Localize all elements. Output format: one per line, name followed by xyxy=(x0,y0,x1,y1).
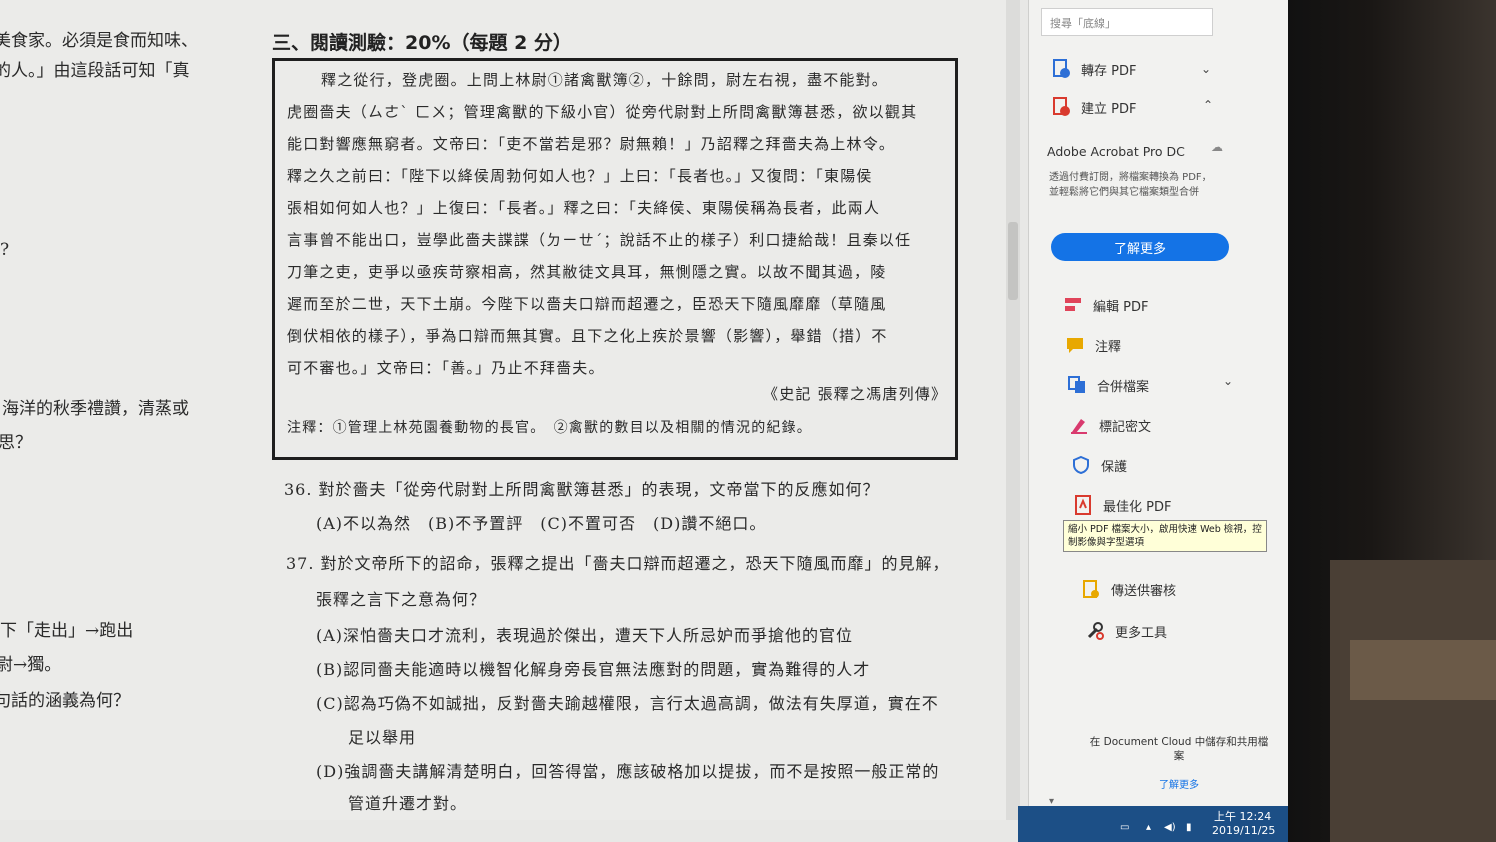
tool-create-pdf[interactable]: 建立 PDF xyxy=(1051,94,1136,120)
protect-shield-icon xyxy=(1071,455,1091,475)
option-d: (D)強調嗇夫講解清楚明白，回答得當，應該破格加以提拔，而不是按照一般正常的 xyxy=(316,762,940,781)
tool-label: 保護 xyxy=(1101,459,1128,475)
tool-edit-pdf[interactable]: 編輯 PDF xyxy=(1063,292,1148,318)
send-review-icon xyxy=(1081,579,1101,599)
comment-icon xyxy=(1065,335,1085,355)
tool-label: 合併檔案 xyxy=(1097,379,1150,395)
left-fragment: 美食家。必須是食而知味、 xyxy=(0,31,198,51)
network-icon[interactable]: ▮ xyxy=(1186,822,1192,833)
keyboard-icon[interactable]: ▭ xyxy=(1120,822,1129,833)
export-pdf-icon xyxy=(1051,59,1071,79)
section-heading: 三、閱讀測驗：20%（每題 2 分） xyxy=(272,32,572,54)
tool-label: 更多工具 xyxy=(1115,625,1168,641)
passage-notes: 注釋：①管理上林苑園養動物的長官。 ②禽獸的數目以及相關的情況的紀錄。 xyxy=(287,420,812,436)
tool-protect[interactable]: 保護 xyxy=(1071,452,1127,478)
left-fragment: 句話的涵義為何？ xyxy=(0,691,130,711)
question-37: 37. 對於文帝所下的詔命，張釋之提出「嗇夫口辯而超遷之，恐天下隨風而靡」的見解… xyxy=(286,554,950,573)
passage-line: 言事曾不能出口，豈學此嗇夫諜諜（ㄉㄧㄝˊ；說話不止的樣子）利口捷給哉！且秦以任 xyxy=(287,231,912,249)
tool-send-review[interactable]: 傳送供審核 xyxy=(1081,576,1176,602)
document-scrollbar[interactable] xyxy=(1006,0,1020,820)
left-fragment: ? xyxy=(0,240,10,260)
option-d-cont: 管道升遷才對。 xyxy=(348,794,468,813)
clock-date[interactable]: 2019/11/25 xyxy=(1212,824,1275,837)
more-tools-icon xyxy=(1085,621,1105,641)
tool-label: 建立 PDF xyxy=(1081,101,1137,117)
passage-line: 張相如何如人也？」上復曰：「長者。」釋之曰：「夫絳侯、東陽侯稱為長者，此兩人 xyxy=(287,199,881,217)
document-cloud-text: 在 Document Cloud 中儲存和共用檔案 xyxy=(1089,736,1269,762)
passage-source: 《史記 張釋之馮唐列傳》 xyxy=(763,385,948,403)
chevron-up-icon[interactable]: ⌃ xyxy=(1203,98,1213,112)
passage-line: 可不審也。」文帝曰：「善。」乃止不拜嗇夫。 xyxy=(287,359,605,377)
learn-more-button[interactable]: 了解更多 xyxy=(1051,233,1229,261)
passage-box: 釋之從行，登虎圈。上問上林尉①諸禽獸簿②，十餘問，尉左右視，盡不能對。 虎圈嗇夫… xyxy=(272,58,958,460)
passage-line: 能口對響應無窮者。文帝曰：「吏不當若是邪？尉無賴！」乃詔釋之拜嗇夫為上林令。 xyxy=(287,135,896,153)
option-b: (B)認同嗇夫能適時以機智化解身旁長官無法應對的問題，實為難得的人才 xyxy=(316,660,871,679)
passage-line: 刀筆之吏，吏爭以亟疾苛察相高，然其敝徒文具耳，無惻隱之實。以故不聞其過，陵 xyxy=(287,263,887,281)
acrobat-promo-title: Adobe Acrobat Pro DC xyxy=(1047,144,1185,159)
tool-more-tools[interactable]: 更多工具 xyxy=(1085,618,1167,644)
tool-comment[interactable]: 注釋 xyxy=(1065,332,1121,358)
left-fragment: 的人。」由這段話可知「真 xyxy=(0,61,190,81)
tool-label: 編輯 PDF xyxy=(1093,299,1149,315)
edit-pdf-icon xyxy=(1063,295,1083,315)
left-fragment: 下「走出」→跑出 xyxy=(0,621,134,641)
tool-label: 轉存 PDF xyxy=(1081,63,1137,79)
question-37-line2: 張釋之言下之意為何？ xyxy=(316,590,487,609)
redact-icon xyxy=(1069,415,1089,435)
option-a: (A)深怕嗇夫口才流利，表現過於傑出，遭天下人所忌妒而爭搶他的官位 xyxy=(316,626,854,645)
left-fragment: 思？ xyxy=(0,433,32,453)
cloud-sync-icon: ☁ xyxy=(1211,140,1223,154)
tool-combine-files[interactable]: 合併檔案 xyxy=(1067,372,1149,398)
tool-label: 最佳化 PDF xyxy=(1103,499,1172,515)
passage-line: 釋之從行，登虎圈。上問上林尉①諸禽獸簿②，十餘問，尉左右視，盡不能對。 xyxy=(321,71,889,89)
background-shelf xyxy=(1330,560,1496,842)
optimize-pdf-tooltip: 縮小 PDF 檔案大小，啟用快速 Web 檢視，控制影像與字型選項 xyxy=(1063,520,1267,552)
document-area: 美食家。必須是食而知味、 的人。」由這段話可知「真 ? 海洋的秋季禮讚，清蒸或 … xyxy=(0,0,1018,820)
tool-label: 標記密文 xyxy=(1099,419,1152,435)
chevron-down-icon[interactable]: ⌄ xyxy=(1201,62,1211,76)
tray-expand-icon[interactable]: ▴ xyxy=(1146,822,1151,833)
tools-side-panel: 搜尋「底線」 轉存 PDF ⌄ 建立 PDF ⌃ Adobe Acrobat P… xyxy=(1028,0,1289,820)
scroll-thumb[interactable] xyxy=(1008,222,1018,300)
tools-search-input[interactable]: 搜尋「底線」 xyxy=(1041,8,1213,36)
create-pdf-icon xyxy=(1051,97,1071,117)
passage-line: 倒伏相依的樣子），爭為口辯而無其實。且下之化上疾於景響（影響），舉錯（措）不 xyxy=(287,327,888,345)
clock-time[interactable]: 上午 12:24 xyxy=(1214,808,1271,824)
option-c-cont: 足以舉用 xyxy=(348,728,417,747)
question-36-options: (A)不以為然 (B)不予置評 (C)不置可否 (D)讚不絕口。 xyxy=(316,514,767,533)
left-fragment: 尉→獨。 xyxy=(0,655,62,675)
background-books xyxy=(1350,640,1496,700)
tool-redact[interactable]: 標記密文 xyxy=(1069,412,1151,438)
tool-label: 傳送供審核 xyxy=(1111,583,1177,599)
volume-icon[interactable]: ◀) xyxy=(1164,822,1176,833)
passage-line: 遲而至於二世，天下土崩。今陛下以嗇夫口辯而超遷之，臣恐天下隨風靡靡（草隨風 xyxy=(287,295,887,313)
tool-label: 注釋 xyxy=(1095,339,1122,355)
chevron-down-icon[interactable]: ⌄ xyxy=(1223,374,1233,388)
tool-export-pdf[interactable]: 轉存 PDF xyxy=(1051,56,1136,82)
option-c: (C)認為巧偽不如誠拙，反對嗇夫踰越權限，言行太過高調，做法有失厚道，實在不 xyxy=(316,694,939,713)
tool-optimize-pdf[interactable]: 最佳化 PDF xyxy=(1073,492,1171,518)
acrobat-promo-desc: 透過付費訂閱，將檔案轉換為 PDF，並輕鬆將它們與其它檔案類型合併 xyxy=(1049,172,1212,198)
question-36: 36. 對於嗇夫「從旁代尉對上所問禽獸簿甚悉」的表現，文帝當下的反應如何？ xyxy=(284,480,880,499)
combine-files-icon xyxy=(1067,375,1087,395)
optimize-pdf-icon xyxy=(1073,495,1093,515)
screen: 美食家。必須是食而知味、 的人。」由這段話可知「真 ? 海洋的秋季禮讚，清蒸或 … xyxy=(0,0,1290,842)
cloud-learn-more-link[interactable]: 了解更多 xyxy=(1159,776,1199,791)
passage-line: 虎圈嗇夫（ㄙㄜˋ ㄈㄨ；管理禽獸的下級小官）從旁代尉對上所問禽獸簿甚悉，欲以觀其 xyxy=(287,103,918,121)
passage-line: 釋之久之前曰：「陛下以絳侯周勃何如人也？」上曰：「長者也。」又復問：「東陽侯 xyxy=(287,167,873,185)
left-fragment: 海洋的秋季禮讚，清蒸或 xyxy=(2,399,189,419)
taskbar: ▭ ▴ ◀) ▮ 上午 12:24 2019/11/25 xyxy=(1018,806,1290,842)
